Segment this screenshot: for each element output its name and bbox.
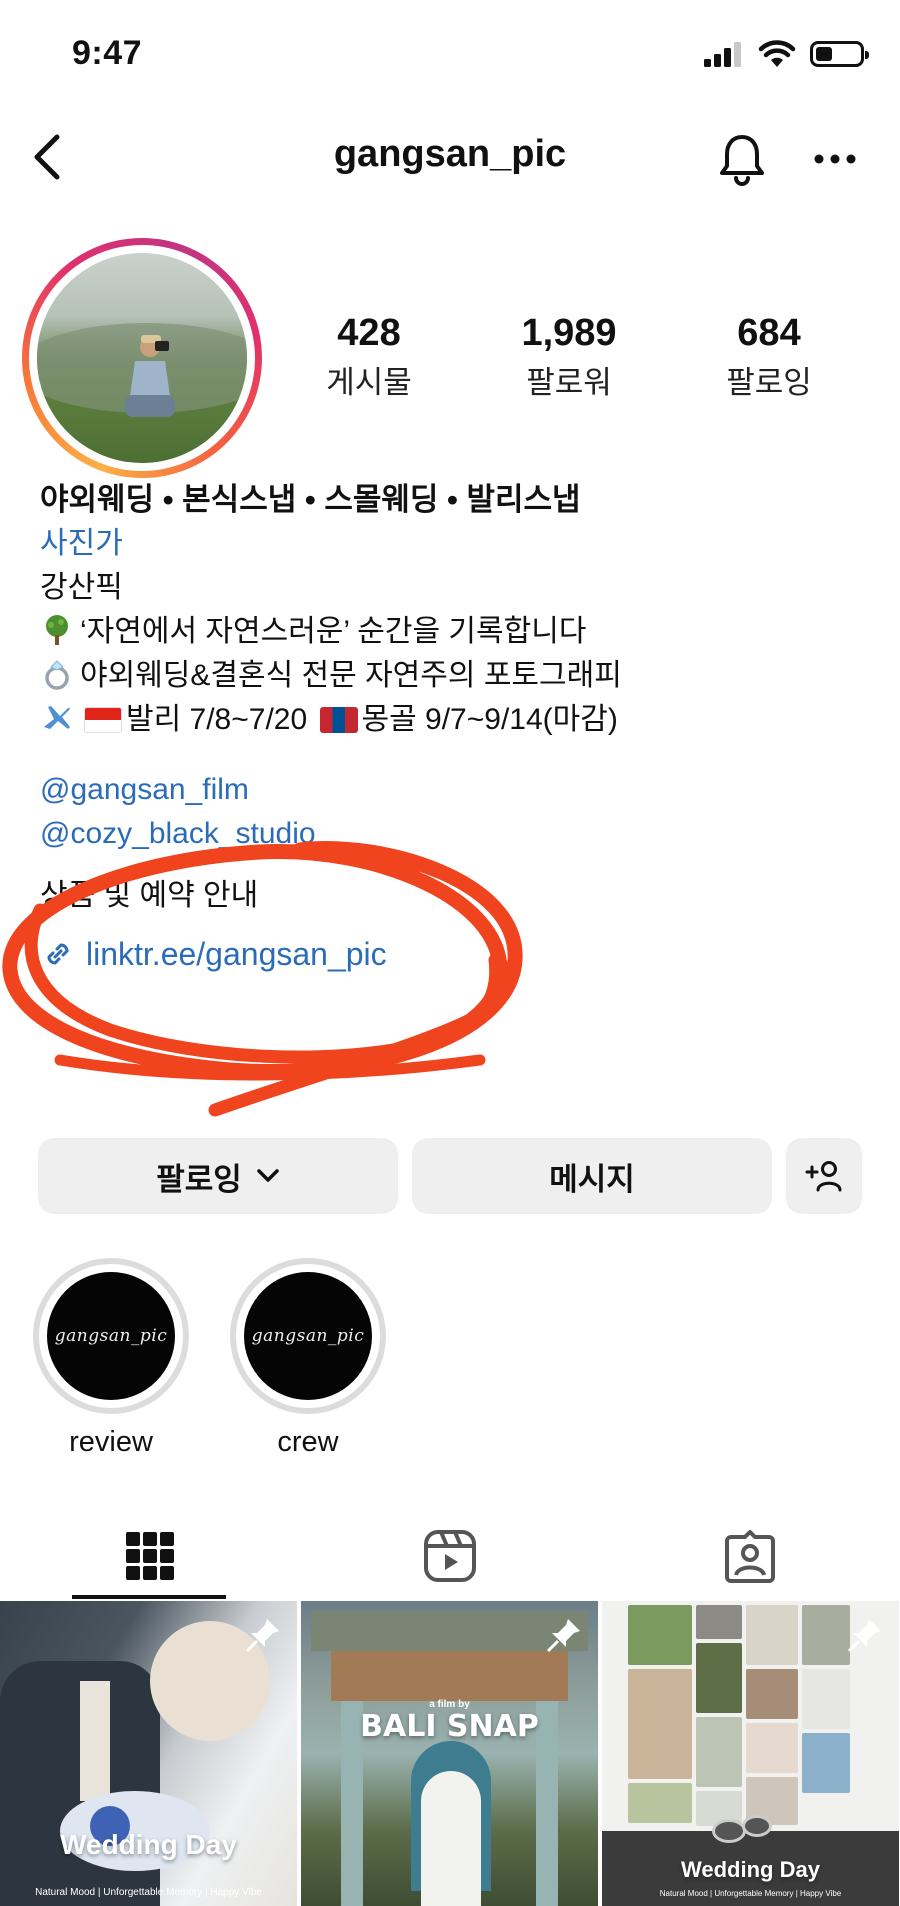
add-person-icon bbox=[805, 1161, 842, 1192]
post-3-subtitle: Natural Mood | Unforgettable Memory | Ha… bbox=[659, 1889, 842, 1898]
highlight-review[interactable]: gangsan_pic review bbox=[33, 1258, 189, 1459]
bio-line-3: 야외웨딩&결혼식 전문 자연주의 포토그래피 bbox=[40, 654, 880, 698]
bio-mention-1[interactable]: @gangsan_film bbox=[40, 768, 880, 812]
profile-tabs bbox=[0, 1512, 900, 1600]
bio-spacer bbox=[40, 742, 880, 768]
highlight-crew[interactable]: gangsan_pic crew bbox=[230, 1258, 386, 1459]
following-button[interactable]: 팔로잉 bbox=[38, 1138, 398, 1214]
status-time: 9:47 bbox=[72, 34, 143, 72]
following-button-label: 팔로잉 bbox=[156, 1161, 242, 1197]
story-ring[interactable] bbox=[22, 238, 262, 478]
bio-category[interactable]: 사진가 bbox=[40, 522, 880, 566]
bio-line-2-text: ‘자연에서 자연스러운’ 순간을 기록합니다 bbox=[80, 615, 587, 648]
tab-reels[interactable] bbox=[300, 1512, 600, 1600]
bio-line-1: 강산픽 bbox=[40, 571, 123, 604]
bio-link-text: linktr.ee/gangsan_pic bbox=[86, 936, 387, 972]
bio-line-2: ‘자연에서 자연스러운’ 순간을 기록합니다 bbox=[40, 610, 880, 654]
bio-mongolia-dates: 몽골 9/7~9/14(마감) bbox=[361, 703, 618, 736]
chevron-down-icon bbox=[257, 1169, 279, 1182]
tab-tagged[interactable] bbox=[600, 1512, 900, 1600]
highlight-cover-review: gangsan_pic bbox=[47, 1272, 175, 1400]
post-thumbnail[interactable]: Wedding Day Natural Mood | Unforgettable… bbox=[602, 1601, 899, 1906]
post-3-title: Wedding Day bbox=[681, 1857, 820, 1882]
profile-avatar bbox=[37, 253, 247, 463]
followers-count[interactable]: 1,989 팔로워 bbox=[469, 312, 669, 402]
posts-count[interactable]: 428 게시물 bbox=[269, 312, 469, 402]
following-count[interactable]: 684 팔로잉 bbox=[669, 312, 869, 402]
following-number: 684 bbox=[737, 312, 801, 354]
indonesia-flag-icon bbox=[84, 707, 122, 733]
tab-posts-grid[interactable] bbox=[0, 1512, 300, 1600]
followers-label: 팔로워 bbox=[526, 365, 612, 400]
active-tab-indicator bbox=[72, 1595, 226, 1599]
ring-emoji-icon bbox=[45, 660, 69, 690]
message-button[interactable]: 메시지 bbox=[412, 1138, 772, 1214]
battery-icon bbox=[810, 41, 869, 67]
post-2-title: BALI SNAP bbox=[360, 1709, 539, 1744]
bio-mention-2[interactable]: @cozy_black_studio bbox=[40, 812, 880, 856]
bio-display-name: 야외웨딩 • 본식스냅 • 스몰웨딩 • 발리스냅 bbox=[40, 482, 581, 517]
bio-bali-dates: 발리 7/8~7/20 bbox=[126, 703, 308, 736]
pin-icon bbox=[847, 1619, 881, 1653]
bio-line-3-text: 야외웨딩&결혼식 전문 자연주의 포토그래피 bbox=[80, 659, 622, 692]
more-horizontal-icon bbox=[814, 154, 856, 164]
airplane-emoji-icon bbox=[44, 706, 70, 729]
profile-bio: 야외웨딩 • 본식스냅 • 스몰웨딩 • 발리스냅 사진가 강산픽 ‘자연에서 … bbox=[40, 478, 880, 976]
posts-grid: Wedding Day Natural Mood | Unforgettable… bbox=[0, 1601, 900, 1906]
posts-number: 428 bbox=[337, 312, 401, 354]
following-label: 팔로잉 bbox=[726, 365, 812, 400]
suggested-users-button[interactable] bbox=[786, 1138, 862, 1214]
status-icons bbox=[704, 40, 869, 68]
link-icon bbox=[47, 943, 69, 965]
post-thumbnail[interactable]: a film by BALI SNAP bbox=[301, 1601, 598, 1906]
status-bar: 9:47 bbox=[0, 0, 900, 110]
message-button-label: 메시지 bbox=[549, 1161, 635, 1197]
pin-icon bbox=[546, 1619, 580, 1653]
highlight-label-crew: crew bbox=[277, 1426, 339, 1458]
profile-nav-bar: gangsan_pic bbox=[0, 115, 900, 205]
bio-booking-text: 상품 및 예약 안내 bbox=[40, 879, 259, 912]
mongolia-flag-icon bbox=[319, 707, 358, 733]
more-options-button[interactable] bbox=[805, 129, 865, 189]
wifi-icon bbox=[758, 40, 796, 67]
reels-icon bbox=[424, 1530, 476, 1582]
avatar-photo bbox=[125, 335, 175, 417]
posts-label: 게시물 bbox=[326, 365, 412, 400]
grid-icon bbox=[126, 1532, 174, 1580]
post-1-title: Wedding Day bbox=[60, 1829, 237, 1860]
notifications-button[interactable] bbox=[712, 129, 772, 189]
post-1-subtitle: Natural Mood | Unforgettable Memory | Ha… bbox=[35, 1887, 262, 1898]
highlight-cover-crew: gangsan_pic bbox=[244, 1272, 372, 1400]
bio-line-4: 발리 7/8~7/20 몽골 9/7~9/14(마감) bbox=[40, 698, 880, 742]
tagged-person-icon bbox=[725, 1530, 775, 1583]
bell-icon bbox=[720, 135, 764, 186]
tree-emoji-icon bbox=[46, 615, 68, 645]
signal-icon bbox=[704, 42, 741, 67]
followers-number: 1,989 bbox=[521, 312, 617, 354]
highlight-label-review: review bbox=[69, 1426, 153, 1458]
pin-icon bbox=[245, 1619, 279, 1653]
bio-external-link[interactable]: linktr.ee/gangsan_pic bbox=[40, 932, 880, 976]
post-thumbnail[interactable]: Wedding Day Natural Mood | Unforgettable… bbox=[0, 1601, 297, 1906]
